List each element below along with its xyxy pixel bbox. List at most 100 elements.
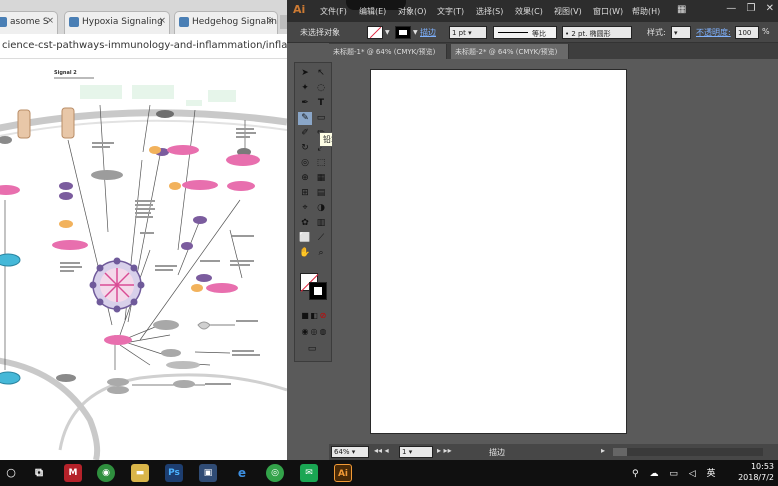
- doc-tab-label: 未标题-2* @ 64% (CMYK/预览): [455, 48, 558, 56]
- pen-tool-icon[interactable]: ✒: [298, 97, 312, 110]
- browser-tab-hedgehog[interactable]: Hedgehog Signaling ×: [174, 11, 278, 34]
- wechat-icon[interactable]: ✉: [300, 464, 318, 482]
- fill-swatch[interactable]: [367, 26, 383, 39]
- blend-tool-icon[interactable]: ◑: [314, 202, 328, 215]
- menu-help[interactable]: 帮助(H): [632, 6, 660, 17]
- opacity-input[interactable]: 100: [735, 26, 759, 39]
- slice-tool-icon[interactable]: ⟋: [314, 232, 328, 245]
- artboard-nav-next-icons[interactable]: ▸ ▸▸: [437, 446, 452, 455]
- mesh-tool-icon[interactable]: ⊞: [298, 187, 312, 200]
- app-icon-green[interactable]: ◎: [266, 464, 284, 482]
- hand-tool-icon[interactable]: ✋: [298, 247, 312, 260]
- variable-width-select[interactable]: 等比: [493, 26, 557, 39]
- menu-edit[interactable]: 编辑(E): [359, 6, 386, 17]
- artboard-tool-icon[interactable]: ⬜: [298, 232, 312, 245]
- tools-panel: ➤ ↖ ✦ ◌ ✒ T ✎ ▭ ✐ ✏ ↻ ⤢ ◎ ⬚ ⊕ ▦ ⊞ ▤ ⌖ ◑ …: [294, 62, 332, 362]
- network-icon[interactable]: ▭: [669, 469, 678, 479]
- browser-tab-inflammasome[interactable]: asome S ×: [0, 11, 58, 34]
- artboard-nav-icons[interactable]: ◂◂ ◂: [374, 446, 389, 455]
- person-icon[interactable]: ⚲: [632, 469, 639, 479]
- menu-file[interactable]: 文件(F): [320, 6, 347, 17]
- browser-tab-hypoxia[interactable]: Hypoxia Signaling ×: [64, 11, 170, 34]
- cloud-icon[interactable]: ☁: [649, 469, 658, 479]
- pencil-tool-icon[interactable]: ✎: [298, 112, 312, 125]
- stroke-swatch[interactable]: [395, 26, 411, 39]
- scrollbar-arrow-left[interactable]: [613, 448, 627, 456]
- perspective-grid-tool-icon[interactable]: ▦: [314, 172, 328, 185]
- screen-mode-icon[interactable]: ▭: [305, 343, 319, 356]
- task-view-icon[interactable]: ⧉: [30, 464, 48, 482]
- opacity-link[interactable]: 不透明度:: [696, 27, 731, 38]
- close-button[interactable]: ✕: [766, 3, 774, 14]
- menu-window[interactable]: 窗口(W): [593, 6, 623, 17]
- gradient-tool-icon[interactable]: ▤: [314, 187, 328, 200]
- fill-dropdown-icon[interactable]: ▼: [385, 29, 390, 36]
- app-icon-red[interactable]: M: [64, 464, 82, 482]
- tab-close-icon[interactable]: ×: [46, 16, 54, 26]
- menu-view[interactable]: 视图(V): [554, 6, 582, 17]
- bridge-icon[interactable]: ▦: [677, 4, 686, 15]
- column-graph-tool-icon[interactable]: ▥: [314, 217, 328, 230]
- tab-label: asome S: [10, 17, 49, 27]
- shape-builder-tool-icon[interactable]: ⊕: [298, 172, 312, 185]
- illustrator-taskbar-icon[interactable]: Ai: [334, 464, 352, 482]
- stroke-link[interactable]: 描边: [420, 27, 436, 38]
- tab-close-icon[interactable]: ×: [158, 16, 166, 26]
- lasso-tool-icon[interactable]: ◌: [314, 82, 328, 95]
- warp-tool-icon[interactable]: ◎: [298, 157, 312, 170]
- style-select[interactable]: ▾: [671, 26, 691, 39]
- eyedropper-tool-icon[interactable]: ⌖: [298, 202, 312, 215]
- brush-select[interactable]: • 2 pt. 椭圆形: [562, 26, 632, 39]
- app-icon-blue[interactable]: ▣: [199, 464, 217, 482]
- node-orange: [59, 220, 73, 228]
- rotate-tool-icon[interactable]: ↻: [298, 142, 312, 155]
- paintbrush-tool-icon[interactable]: ✐: [298, 127, 312, 140]
- edge-icon[interactable]: e: [233, 464, 251, 482]
- canvas-area[interactable]: [332, 59, 778, 444]
- tab-close-icon[interactable]: ×: [266, 16, 274, 26]
- symbol-sprayer-tool-icon[interactable]: ✿: [298, 217, 312, 230]
- file-explorer-icon[interactable]: ▬: [131, 464, 149, 482]
- menu-object[interactable]: 对象(O): [398, 6, 427, 17]
- start-icon[interactable]: ○: [2, 464, 20, 482]
- menu-type[interactable]: 文字(T): [437, 6, 464, 17]
- artboard[interactable]: [370, 69, 627, 434]
- draw-inside-icon[interactable]: ◍: [316, 325, 330, 338]
- node-grey: [156, 110, 174, 118]
- doc-tab-2[interactable]: 未标题-2* @ 64% (CMYK/预览): [451, 44, 569, 59]
- photoshop-icon[interactable]: Ps: [165, 464, 183, 482]
- horizontal-scrollbar[interactable]: [613, 448, 763, 456]
- stroke-color-box[interactable]: [309, 282, 327, 300]
- minimize-button[interactable]: —: [726, 3, 736, 14]
- zoom-tool-icon[interactable]: ⌕: [314, 247, 328, 260]
- green-label-block: [186, 100, 202, 106]
- type-tool-icon[interactable]: T: [314, 97, 328, 110]
- zoom-select[interactable]: 64% ▾: [331, 446, 369, 458]
- stroke-weight-select[interactable]: 1 pt ▾: [449, 26, 487, 39]
- taskbar-clock[interactable]: 10:53 2018/7/2: [738, 461, 774, 483]
- ai-logo: Ai: [293, 3, 306, 16]
- maximize-button[interactable]: ❐: [746, 3, 755, 14]
- input-language[interactable]: 英: [707, 469, 716, 479]
- artboard-number-select[interactable]: 1 ▾: [399, 446, 433, 458]
- node-pink: [52, 240, 88, 250]
- node-caspase1: [104, 335, 132, 345]
- stroke-dropdown-icon[interactable]: ▼: [413, 29, 418, 36]
- node-purple: [181, 242, 193, 250]
- none-mode-icon[interactable]: ⊘: [316, 309, 330, 322]
- doc-tab-1[interactable]: 未标题-1* @ 64% (CMYK/预览): [329, 44, 447, 59]
- menu-effect[interactable]: 效果(C): [515, 6, 543, 17]
- node-orange: [191, 284, 203, 292]
- status-menu-icon[interactable]: ▸: [601, 446, 605, 455]
- green-label-block: [208, 90, 236, 102]
- chrome-icon[interactable]: ◉: [97, 464, 115, 482]
- direct-selection-tool-icon[interactable]: ↖: [314, 67, 328, 80]
- menu-select[interactable]: 选择(S): [476, 6, 503, 17]
- new-tab-button[interactable]: [280, 15, 287, 29]
- magic-wand-tool-icon[interactable]: ✦: [298, 82, 312, 95]
- rectangle-tool-icon[interactable]: ▭: [314, 112, 328, 125]
- volume-icon[interactable]: ◁: [689, 469, 696, 479]
- selection-tool-icon[interactable]: ➤: [298, 67, 312, 80]
- free-transform-tool-icon[interactable]: ⬚: [314, 157, 328, 170]
- address-bar[interactable]: cience-cst-pathways-immunology-and-infla…: [0, 34, 287, 59]
